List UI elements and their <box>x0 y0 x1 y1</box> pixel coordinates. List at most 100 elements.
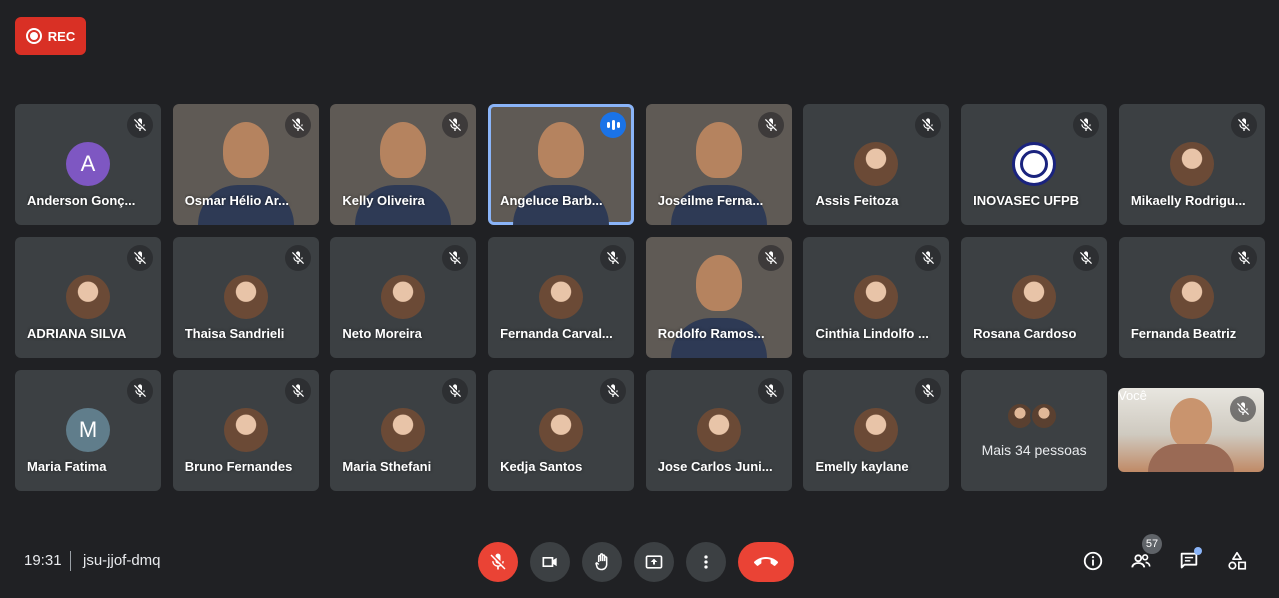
mic-off-icon <box>284 112 311 138</box>
participant-name: Rosana Cardoso <box>973 326 1077 341</box>
mic-off-icon <box>1230 112 1257 138</box>
activities-icon <box>1228 551 1247 570</box>
participant-tile[interactable]: INOVASEC UFPB <box>961 104 1108 225</box>
participant-tile[interactable]: Maria Sthefani <box>330 370 477 491</box>
self-video-person <box>1170 398 1212 448</box>
more-participants-avatars <box>1006 402 1059 430</box>
participant-video-person <box>222 122 269 178</box>
participant-tile[interactable]: Neto Moreira <box>330 237 477 358</box>
chat-notification-dot <box>1194 547 1202 555</box>
raise-hand-button[interactable] <box>582 542 622 582</box>
mic-off-icon <box>757 112 784 138</box>
participant-name: Maria Sthefani <box>342 459 432 474</box>
avatar <box>539 408 584 452</box>
participant-tile[interactable]: Rosana Cardoso <box>961 237 1108 358</box>
participant-name: Thaisa Sandrieli <box>184 326 285 341</box>
participant-name: Jose Carlos Juni... <box>657 459 773 474</box>
avatar <box>854 408 899 452</box>
avatar-initial: M <box>66 408 110 452</box>
participant-name: Fernanda Carval... <box>500 326 613 341</box>
mic-off-icon <box>600 378 627 404</box>
avatar <box>854 275 899 319</box>
avatar <box>223 408 268 452</box>
participant-tile[interactable]: Kedja Santos <box>488 370 635 491</box>
participant-tile[interactable]: Emelly kaylane <box>803 370 950 491</box>
participant-tile[interactable]: Thaisa Sandrieli <box>172 237 319 358</box>
participant-name: Kelly Oliveira <box>342 193 425 208</box>
participant-tile[interactable]: M Maria Fatima <box>15 370 161 491</box>
mic-off-icon <box>915 245 942 271</box>
meeting-time: 19:31 <box>24 552 62 569</box>
participant-tile[interactable]: Fernanda Carval... <box>488 237 635 358</box>
participant-video-person <box>695 122 742 178</box>
more-participants-tile[interactable]: Mais 34 pessoas <box>961 370 1108 491</box>
participant-name: Maria Fatima <box>27 459 107 474</box>
participant-video-person <box>538 122 585 178</box>
mic-off-icon <box>127 378 153 404</box>
participant-tile[interactable]: Joseilme Ferna... <box>645 104 792 225</box>
participant-name: Joseilme Ferna... <box>657 193 764 208</box>
participants-count-badge: 57 <box>1142 534 1162 554</box>
avatar <box>1169 275 1214 319</box>
mic-off-icon <box>442 378 469 404</box>
more-options-button[interactable] <box>686 542 726 582</box>
participant-name: INOVASEC UFPB <box>973 193 1080 208</box>
participant-tile[interactable]: A Anderson Gonç... <box>15 104 161 225</box>
avatar-initial: A <box>66 142 110 186</box>
mic-off-icon <box>490 553 506 570</box>
mic-off-icon <box>442 112 469 138</box>
participant-tile[interactable]: ADRIANA SILVA <box>15 237 161 358</box>
mic-off-icon <box>1073 245 1100 271</box>
mic-toggle-button[interactable] <box>478 542 518 582</box>
participant-name: Bruno Fernandes <box>184 459 293 474</box>
participant-name: Mikaelly Rodrigu... <box>1130 193 1246 208</box>
camera-toggle-button[interactable] <box>530 542 570 582</box>
participant-tile[interactable]: Cinthia Lindolfo ... <box>803 237 950 358</box>
self-view-tile[interactable]: Você <box>1118 388 1264 472</box>
leave-call-button[interactable] <box>738 542 794 582</box>
present-screen-button[interactable] <box>634 542 674 582</box>
avatar <box>854 142 899 186</box>
participant-tile[interactable]: Mikaelly Rodrigu... <box>1118 104 1265 225</box>
mic-off-icon <box>600 245 627 271</box>
videocam-icon <box>542 557 557 567</box>
mic-off-icon <box>127 245 153 271</box>
speaking-indicator-icon <box>600 112 627 138</box>
participant-tile[interactable]: Bruno Fernandes <box>172 370 319 491</box>
record-icon <box>25 28 42 44</box>
avatar <box>381 275 426 319</box>
present-screen-icon <box>645 555 663 569</box>
participant-name: ADRIANA SILVA <box>27 326 127 341</box>
participant-name: Cinthia Lindolfo ... <box>815 326 929 341</box>
mic-off-icon <box>915 378 942 404</box>
avatar <box>1169 142 1214 186</box>
participant-name: Osmar Hélio Ar... <box>184 193 289 208</box>
participant-tile[interactable]: Kelly Oliveira <box>330 104 477 225</box>
avatar <box>539 275 584 319</box>
participant-name: Angeluce Barb... <box>500 193 603 208</box>
participant-tile[interactable]: Jose Carlos Juni... <box>645 370 792 491</box>
participant-tile[interactable]: Rodolfo Ramos... <box>645 237 792 358</box>
participant-name: Kedja Santos <box>500 459 583 474</box>
mic-off-icon <box>757 245 784 271</box>
meeting-code: jsu-jjof-dmq <box>83 552 161 569</box>
mic-off-icon <box>284 245 311 271</box>
recording-indicator: REC <box>15 17 86 55</box>
participant-name: Anderson Gonç... <box>27 193 136 208</box>
mic-off-icon <box>1230 396 1256 422</box>
participant-tile[interactable]: Fernanda Beatriz <box>1118 237 1265 358</box>
avatar <box>66 275 110 319</box>
call-end-icon <box>754 557 778 566</box>
participant-name: Neto Moreira <box>342 326 422 341</box>
participant-tile[interactable]: Osmar Hélio Ar... <box>172 104 319 225</box>
recording-label: REC <box>47 28 76 44</box>
avatar <box>1030 402 1059 430</box>
participant-name: Emelly kaylane <box>815 459 909 474</box>
avatar <box>223 275 268 319</box>
participant-tile[interactable]: Assis Feitoza <box>803 104 950 225</box>
mic-off-icon <box>127 112 153 138</box>
participant-tile[interactable]: Angeluce Barb... <box>488 104 635 225</box>
mic-off-icon <box>284 378 311 404</box>
activities-button[interactable] <box>1224 548 1250 574</box>
meeting-details-button[interactable] <box>1080 548 1106 574</box>
